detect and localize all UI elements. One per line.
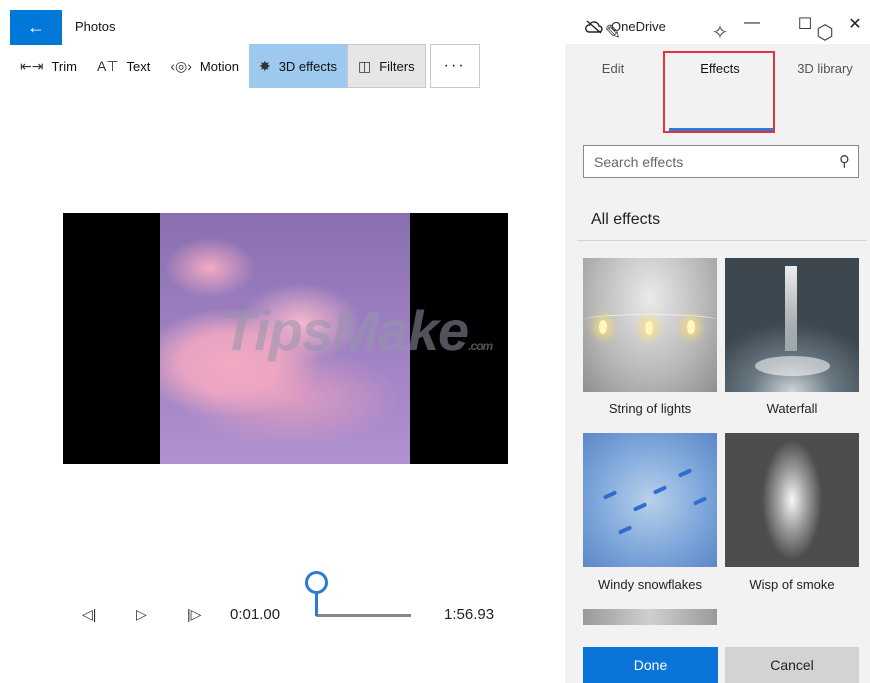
back-arrow-icon: ←: [27, 17, 45, 37]
3d-effects-button[interactable]: ✸ 3D effects: [248, 44, 347, 88]
cancel-button[interactable]: Cancel: [725, 647, 859, 683]
watermark-suffix: .com: [468, 339, 493, 353]
trim-button[interactable]: ⇤⇥ Trim: [10, 44, 87, 88]
search-icon[interactable]: ⚲: [839, 152, 850, 170]
tab-edit-label: Edit: [601, 61, 625, 76]
editor-toolbar: ⇤⇥ Trim A⊤ Text ‹◎› Motion ✸ 3D effects …: [10, 44, 480, 88]
snowflake-decoration: [692, 496, 708, 506]
more-icon: ···: [443, 57, 466, 74]
text-label: Text: [126, 58, 151, 74]
bulb-decoration: [687, 320, 695, 334]
filters-button[interactable]: ◫ Filters: [346, 44, 426, 88]
waterfall-splash: [755, 356, 830, 376]
watermark: TipsMake.com: [222, 298, 493, 363]
trim-icon: ⇤⇥: [20, 57, 44, 74]
3d-effects-label: 3D effects: [278, 58, 337, 74]
search-effects-box[interactable]: ⚲: [583, 145, 859, 178]
total-time: 1:56.93: [444, 606, 495, 623]
effect-thumb-waterfall[interactable]: [725, 258, 859, 392]
watermark-text: TipsMake: [222, 299, 469, 362]
effect-thumb-string-of-lights[interactable]: [583, 258, 717, 392]
section-divider: [577, 240, 867, 241]
effect-label: Waterfall: [766, 401, 818, 416]
effect-label: String of lights: [608, 401, 692, 416]
text-icon: A⊤: [96, 57, 119, 74]
sparkle-icon: ✧: [711, 22, 729, 44]
snowflake-decoration: [602, 490, 618, 500]
motion-label: Motion: [199, 58, 239, 74]
tab-3d-library[interactable]: ⬡ 3D library: [780, 20, 870, 76]
waterfall-stream: [785, 266, 797, 351]
snowflake-decoration: [677, 468, 693, 478]
pencil-icon: ✎: [604, 22, 622, 44]
text-button[interactable]: A⊤ Text: [87, 44, 160, 88]
cube-library-icon: ⬡: [816, 22, 834, 44]
snowflake-decoration: [632, 502, 648, 512]
step-back-button[interactable]: ◁|: [82, 606, 96, 623]
step-forward-button[interactable]: |▷: [187, 606, 201, 623]
scrubber-track[interactable]: [316, 614, 411, 617]
highlight-annotation: [663, 51, 775, 133]
scrubber-stem: [315, 592, 318, 616]
motion-icon: ‹◎›: [170, 57, 192, 74]
scrubber-handle[interactable]: [305, 571, 328, 594]
search-input[interactable]: [584, 146, 824, 177]
effect-thumb-partial[interactable]: [583, 609, 717, 625]
filter-brush-icon: ◫: [357, 57, 372, 74]
play-button[interactable]: ▷: [136, 606, 147, 623]
3d-effects-icon: ✸: [258, 57, 271, 74]
tab-edit[interactable]: ✎ Edit: [568, 20, 658, 76]
section-title: All effects: [591, 211, 661, 228]
done-button[interactable]: Done: [583, 647, 718, 683]
current-time: 0:01.00: [230, 606, 281, 623]
filters-label: Filters: [379, 58, 415, 74]
back-button[interactable]: ←: [10, 10, 62, 45]
effect-thumb-wisp-of-smoke[interactable]: [725, 433, 859, 567]
tab-3d-library-label: 3D library: [797, 61, 853, 76]
motion-button[interactable]: ‹◎› Motion: [160, 44, 249, 88]
bulb-decoration: [645, 321, 653, 335]
app-title: Photos: [75, 19, 116, 34]
bulb-decoration: [599, 320, 607, 334]
effect-thumb-windy-snowflakes[interactable]: [583, 433, 717, 567]
snowflake-decoration: [652, 485, 668, 495]
effect-label: Wisp of smoke: [749, 577, 835, 592]
trim-label: Trim: [51, 58, 77, 74]
snowflake-decoration: [617, 525, 633, 535]
more-options-button[interactable]: ···: [429, 44, 480, 88]
effect-label: Windy snowflakes: [597, 577, 703, 592]
